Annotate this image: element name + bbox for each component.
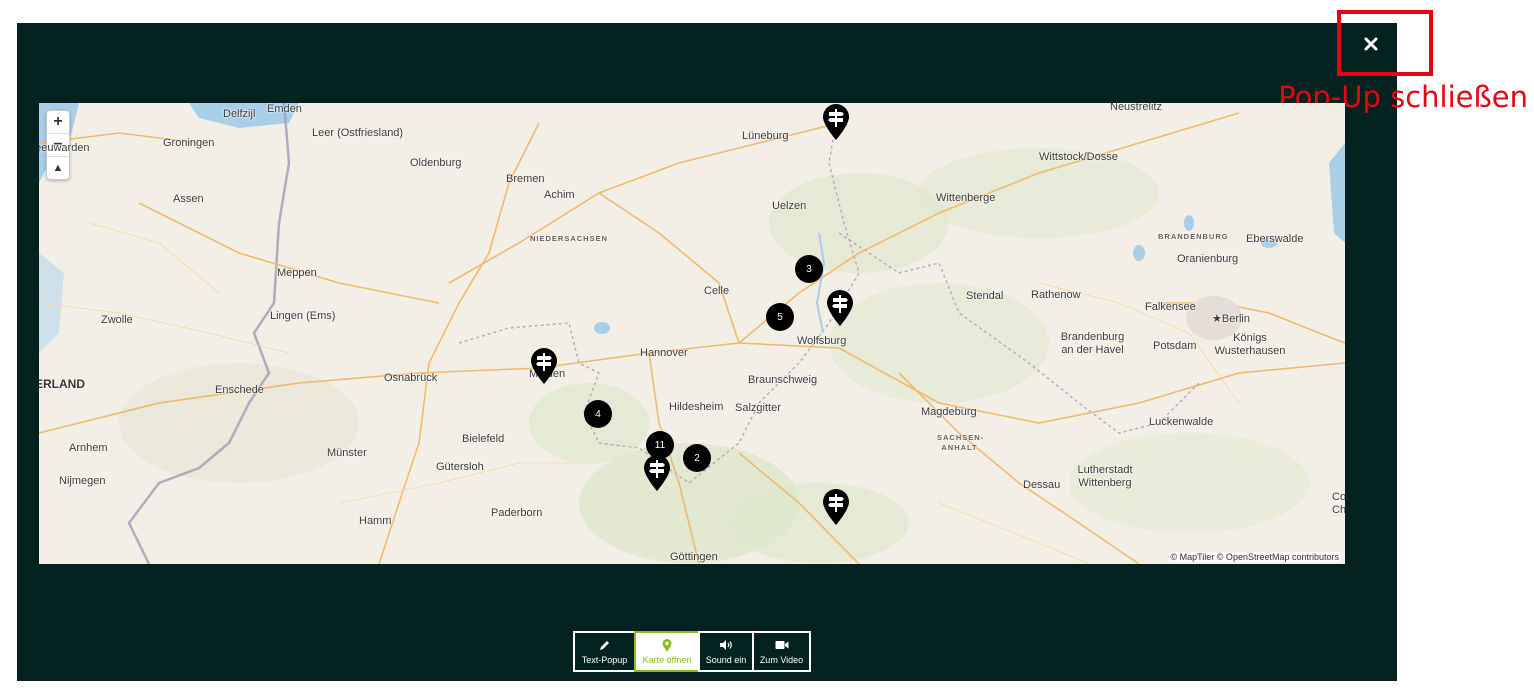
signpost-pin-icon[interactable] [822,103,850,141]
place-label: Lingen (Ems) [270,310,336,322]
zoom-in-button[interactable]: + [47,111,69,134]
cluster-marker[interactable]: 5 [766,303,794,331]
place-label: Delfzijl [223,108,256,120]
place-label: Brandenburg an der Havel [1060,331,1125,356]
place-label: Stendal [966,290,1004,302]
pencil-icon [599,638,611,652]
place-label: Achim [544,189,575,201]
place-label: Hamm [359,515,392,527]
place-label: Arnhem [69,442,108,454]
signpost-pin-icon[interactable] [826,289,854,327]
reset-north-button[interactable]: ▲ [47,157,69,179]
place-label: Osnabrück [384,372,438,384]
place-label: Co [1332,491,1345,503]
place-label: Lutherstadt Wittenberg [1077,464,1133,489]
place-label: Dessau [1023,479,1061,491]
country-label: ERLAND [39,377,85,391]
place-label: Münster [327,447,367,459]
place-label: Oranienburg [1177,253,1239,265]
open-map-label: Karte öffnen [642,655,692,665]
to-video-label: Zum Video [759,655,804,665]
place-label: Eberswalde [1246,233,1304,245]
place-label: Braunschweig [748,374,818,386]
place-label: Luckenwalde [1149,416,1214,428]
cluster-marker[interactable]: 4 [584,400,612,428]
place-label: Potsdam [1153,340,1197,352]
sound-on-label: Sound ein [705,655,747,665]
map-base-layer [39,103,1345,564]
video-camera-icon [775,638,789,652]
place-label: Wittenberge [936,192,996,204]
place-label: Gütersloh [436,461,484,473]
signpost-pin-icon[interactable] [530,347,558,385]
place-label: Magdeburg [921,406,977,418]
region-label: NIEDERSACHSEN [530,234,609,243]
place-label: Zwolle [101,314,133,326]
region-label: SACHSEN-ANHALT [937,433,985,452]
place-label: Uelzen [772,200,807,212]
map-view[interactable]: + − ▲ Emden Delfzijl Leer (Ostfriesland)… [39,103,1345,564]
close-icon [1364,37,1378,51]
place-label: Leer (Ostfriesland) [312,127,404,139]
text-popup-button[interactable]: Text-Popup [573,631,636,672]
to-video-button[interactable]: Zum Video [752,631,811,672]
place-label: Königs Wusterhausen [1214,332,1286,357]
speaker-icon [719,638,733,652]
map-attribution[interactable]: © MapTiler © OpenStreetMap contributors [1168,552,1341,562]
place-label: Wittstock/Dosse [1039,151,1118,163]
place-label: Rathenow [1031,289,1081,301]
cluster-marker[interactable]: 2 [683,444,711,472]
signpost-pin-icon[interactable] [822,488,850,526]
place-label: Hildesheim [669,401,724,413]
sound-on-button[interactable]: Sound ein [698,631,754,672]
signpost-pin-icon[interactable] [643,454,671,492]
place-label: Bremen [506,173,545,185]
place-label: Assen [173,193,204,205]
popup-toolbar: Text-Popup Karte öffnen Sound ein Zum Vi… [573,631,811,672]
place-label: Lüneburg [742,130,789,142]
open-map-button[interactable]: Karte öffnen [634,631,700,672]
place-label: Enschede [215,384,264,396]
place-label: Oldenburg [410,157,462,169]
place-label: Ch [1332,504,1345,516]
place-label: Bielefeld [462,433,505,445]
place-label: Wolfsburg [797,335,847,347]
cluster-marker[interactable]: 3 [795,255,823,283]
place-label: Groningen [163,137,215,149]
place-label: Hannover [640,347,688,359]
place-label: Göttingen [670,551,718,563]
map-pin-icon [662,638,672,652]
place-label: Meppen [277,267,317,279]
close-button[interactable] [1345,23,1397,65]
place-label: Falkensee [1145,301,1196,313]
place-label: Emden [267,103,302,115]
place-label: Salzgitter [735,402,781,414]
place-label: Leeuwarden [39,142,90,154]
place-label: ★Berlin [1212,313,1250,325]
text-popup-label: Text-Popup [581,655,628,665]
place-label: Paderborn [491,507,543,519]
place-label: Celle [704,285,730,297]
place-label: Nijmegen [59,475,106,487]
place-label: Neustrelitz [1110,103,1162,113]
region-label: BRANDENBURG [1158,232,1229,241]
